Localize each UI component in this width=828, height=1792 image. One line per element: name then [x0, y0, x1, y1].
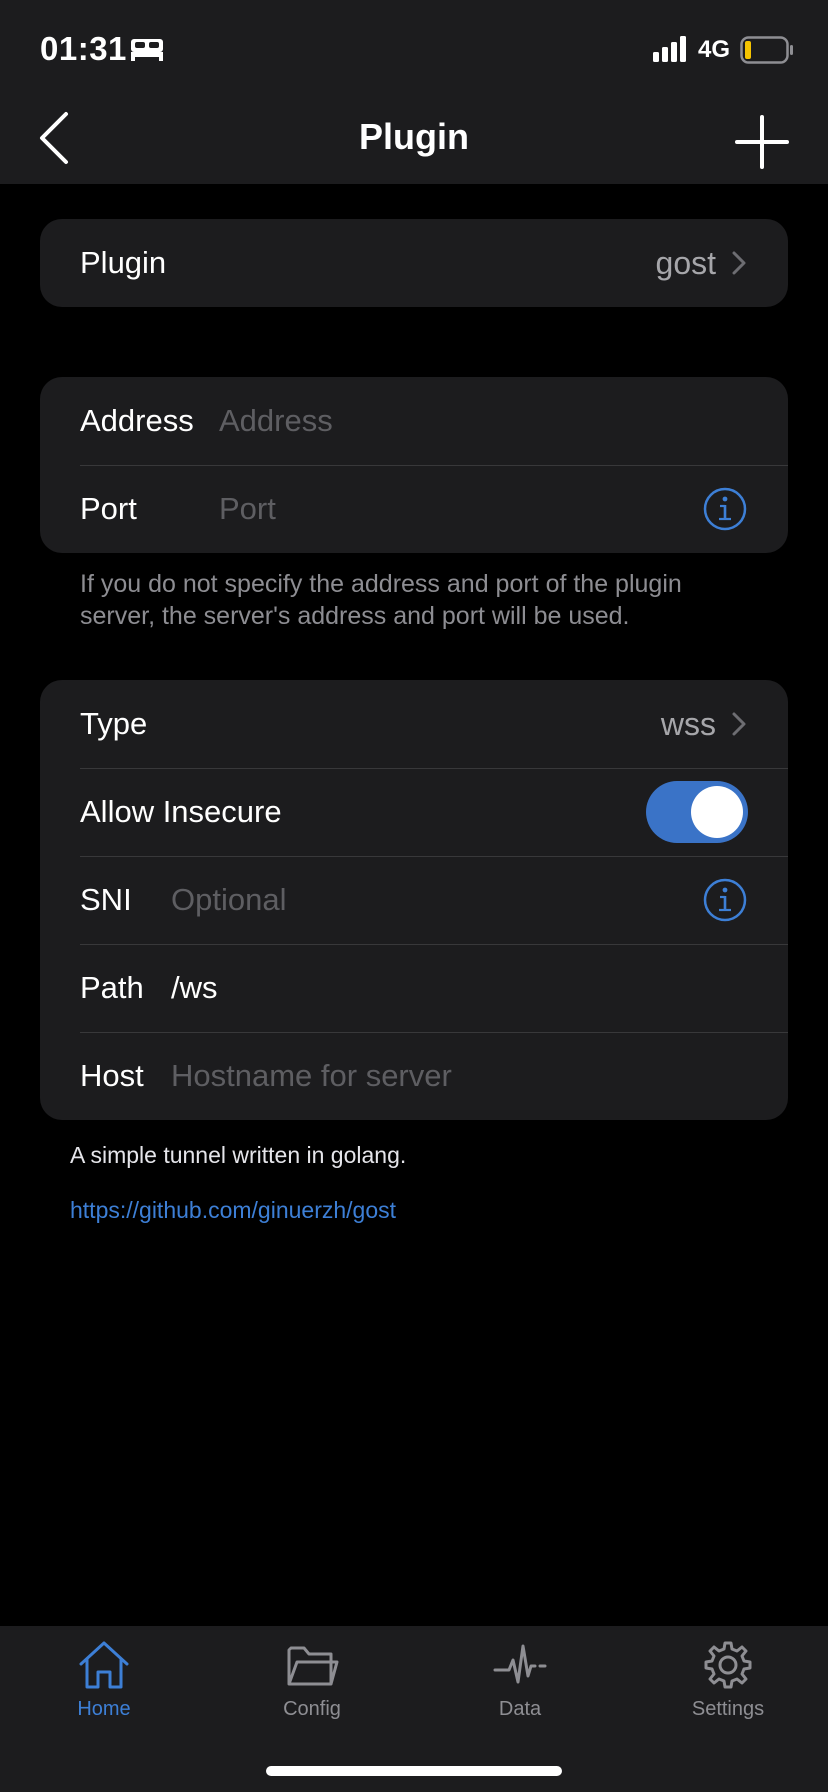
path-row: Path [40, 944, 788, 1032]
sni-label: SNI [80, 882, 132, 917]
navigation-bar: Plugin [0, 92, 828, 184]
server-group: Address Port [40, 377, 788, 553]
options-group: Type wss Allow Insecure SNI Path Host [40, 680, 788, 1120]
tab-home[interactable]: Home [24, 1640, 184, 1721]
port-label: Port [80, 491, 137, 526]
sni-info-icon[interactable] [702, 877, 748, 923]
port-input[interactable] [219, 491, 702, 527]
sni-input[interactable] [171, 882, 702, 918]
host-row: Host [40, 1032, 788, 1120]
tab-settings[interactable]: Settings [648, 1640, 808, 1721]
plugin-description: A simple tunnel written in golang. [70, 1142, 407, 1168]
tab-data[interactable]: Data [440, 1640, 600, 1721]
gear-icon [704, 1641, 752, 1689]
sni-row: SNI [40, 856, 788, 944]
address-label: Address [80, 403, 194, 438]
tab-settings-label: Settings [691, 1698, 765, 1720]
tab-home-label: Home [77, 1698, 131, 1720]
server-footnote: If you do not specify the address and po… [80, 570, 682, 630]
host-label: Host [80, 1058, 144, 1093]
activity-icon [493, 1644, 547, 1684]
address-row: Address [40, 377, 788, 465]
home-icon [79, 1641, 129, 1689]
cellular-signal-icon [653, 36, 686, 62]
host-input[interactable] [171, 1058, 748, 1094]
allow-insecure-toggle[interactable] [646, 781, 748, 843]
status-time: 01:31 [40, 30, 127, 67]
port-row: Port [40, 465, 788, 553]
chevron-right-icon [732, 712, 746, 736]
plugin-value: gost [655, 244, 716, 281]
toggle-knob [691, 786, 743, 838]
plugin-link[interactable]: https://github.com/ginuerzh/gost [70, 1197, 396, 1224]
allow-insecure-label: Allow Insecure [80, 794, 282, 829]
home-indicator [266, 1766, 562, 1776]
sleep-mode-icon [131, 39, 163, 61]
battery-icon [740, 36, 793, 64]
add-button[interactable] [734, 114, 790, 170]
tab-config-label: Config [283, 1698, 341, 1720]
path-label: Path [80, 970, 144, 1005]
plugin-row[interactable]: Plugin gost [40, 219, 788, 307]
type-row[interactable]: Type wss [40, 680, 788, 768]
status-bar: 01:31 4G [0, 0, 828, 92]
type-label: Type [80, 706, 148, 741]
path-input[interactable] [171, 970, 748, 1006]
network-type: 4G [698, 36, 731, 63]
type-value: wss [660, 705, 716, 742]
folder-icon [287, 1646, 339, 1686]
chevron-right-icon [732, 251, 746, 275]
tab-config[interactable]: Config [232, 1640, 392, 1721]
plugin-group: Plugin gost [40, 219, 788, 307]
allow-insecure-row: Allow Insecure [40, 768, 788, 856]
address-input[interactable] [219, 403, 748, 439]
port-info-icon[interactable] [702, 486, 748, 532]
plugin-label: Plugin [80, 245, 167, 280]
tab-data-label: Data [498, 1698, 542, 1720]
page-title: Plugin [359, 116, 469, 157]
